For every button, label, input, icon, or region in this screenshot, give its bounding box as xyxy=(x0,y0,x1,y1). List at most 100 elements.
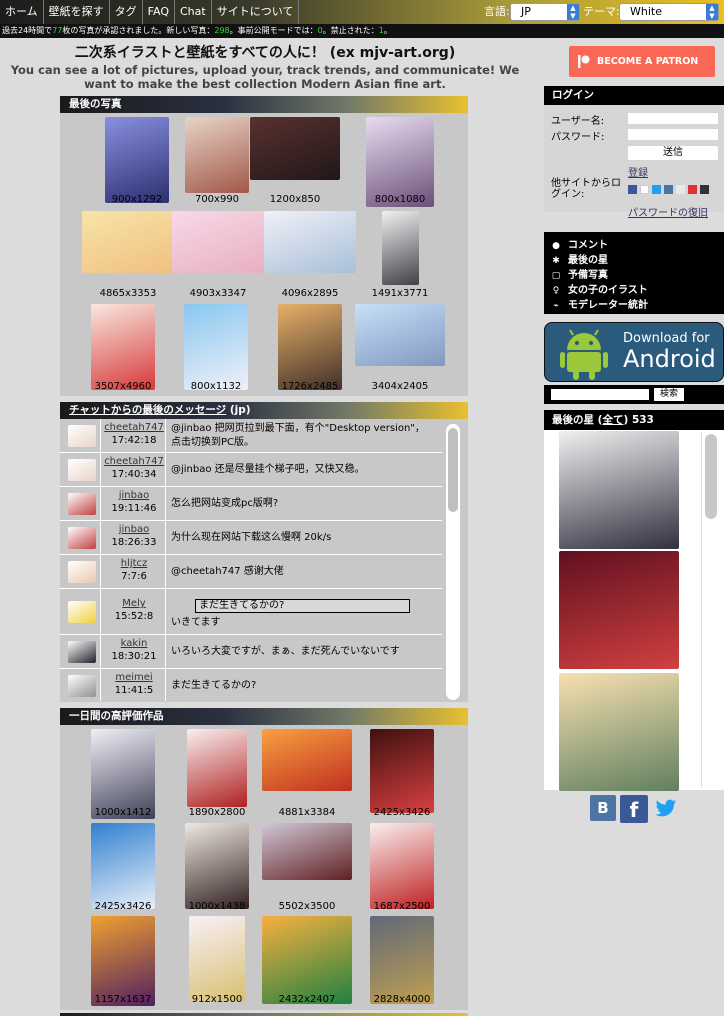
password-input[interactable] xyxy=(628,129,718,140)
nav-home[interactable]: ホーム xyxy=(0,0,44,24)
latest-photo-thumbnail[interactable] xyxy=(82,211,174,273)
side-menu-item[interactable]: ● コメント xyxy=(550,236,608,251)
latest-photo-thumbnail[interactable] xyxy=(172,211,264,273)
vk-share-icon[interactable]: B xyxy=(590,795,616,821)
chat-username[interactable]: cheetah747 xyxy=(101,456,167,467)
top-rated-item[interactable]: 5502x3500 xyxy=(257,823,357,915)
last-star-image[interactable] xyxy=(559,431,679,549)
top-rated-thumbnail[interactable] xyxy=(91,916,155,1006)
side-menu-item[interactable]: ♀ 女の子のイラスト xyxy=(550,281,648,296)
google-login-icon[interactable] xyxy=(640,185,649,194)
latest-photo-thumbnail[interactable] xyxy=(355,304,445,366)
latest-photo-thumbnail[interactable] xyxy=(91,304,155,390)
latest-photo-item[interactable]: 4903x3347 xyxy=(168,211,268,302)
user-avatar[interactable] xyxy=(68,561,96,583)
username-input[interactable] xyxy=(628,113,718,124)
stars-scrollbar[interactable] xyxy=(701,432,719,787)
vk-login-icon[interactable] xyxy=(664,185,673,194)
top-rated-item[interactable]: 2432x2407 xyxy=(257,916,357,1008)
chat-username[interactable]: hljtcz xyxy=(101,558,167,569)
top-rated-thumbnail[interactable] xyxy=(370,729,434,813)
top-rated-item[interactable]: 2425x3426 xyxy=(73,823,173,915)
stars-scroll-thumb[interactable] xyxy=(705,434,717,519)
top-rated-thumbnail[interactable] xyxy=(91,823,155,909)
top-rated-thumbnail[interactable] xyxy=(370,823,434,909)
search-input[interactable] xyxy=(551,389,649,400)
top-rated-thumbnail[interactable] xyxy=(187,729,247,807)
nav-find-wallpaper[interactable]: 壁紙を探す xyxy=(44,0,110,24)
latest-photo-item[interactable]: 3404x2405 xyxy=(350,304,450,395)
latest-photo-item[interactable]: 1726x2485 xyxy=(260,304,360,395)
user-avatar[interactable] xyxy=(68,527,96,549)
top-rated-item[interactable]: 1000x1412 xyxy=(73,729,173,821)
mailru-login-icon[interactable] xyxy=(676,185,685,194)
theme-select[interactable]: White ▲ ▼ xyxy=(619,3,719,21)
side-menu-item[interactable]: ▢ 予備写真 xyxy=(550,266,608,281)
nav-about[interactable]: サイトについて xyxy=(212,0,300,24)
latest-photo-thumbnail[interactable] xyxy=(105,117,169,203)
yandex-login-icon[interactable] xyxy=(688,185,697,194)
user-avatar[interactable] xyxy=(68,675,96,697)
latest-photo-thumbnail[interactable] xyxy=(250,117,340,180)
register-link[interactable]: 登録 xyxy=(628,164,648,179)
language-select[interactable]: JP ▲ ▼ xyxy=(510,3,580,21)
chat-scrollbar[interactable] xyxy=(446,424,460,700)
more-login-icon[interactable] xyxy=(700,185,709,194)
user-avatar[interactable] xyxy=(68,601,96,623)
latest-photo-thumbnail[interactable] xyxy=(278,304,342,390)
facebook-share-icon[interactable]: f xyxy=(620,795,648,823)
latest-photo-item[interactable]: 800x1132 xyxy=(166,304,266,395)
chat-title-link[interactable]: チャットからの最後のメッセージ xyxy=(69,404,226,416)
last-stars-all-link[interactable]: 全て xyxy=(602,414,623,426)
chat-username[interactable]: kakin xyxy=(101,638,167,649)
latest-photo-thumbnail[interactable] xyxy=(264,211,356,273)
top-rated-thumbnail[interactable] xyxy=(262,916,352,1004)
facebook-login-icon[interactable] xyxy=(628,185,637,194)
recover-password-link[interactable]: パスワードの復旧 xyxy=(628,204,708,219)
chat-username[interactable]: jinbao xyxy=(101,490,167,501)
latest-photo-item[interactable]: 4096x2895 xyxy=(260,211,360,302)
top-rated-item[interactable]: 1687x2500 xyxy=(352,823,452,915)
top-rated-item[interactable]: 1000x1438 xyxy=(167,823,267,915)
last-star-image[interactable] xyxy=(559,551,679,669)
top-rated-item[interactable]: 1157x1637 xyxy=(73,916,173,1008)
latest-photo-thumbnail[interactable] xyxy=(185,117,249,193)
latest-photo-thumbnail[interactable] xyxy=(184,304,248,390)
search-button[interactable]: 検索 xyxy=(654,388,684,401)
chat-username[interactable]: meimei xyxy=(101,672,167,683)
side-menu-item[interactable]: ⌁ モデレーター統計 xyxy=(550,296,648,311)
top-rated-item[interactable]: 4881x3384 xyxy=(257,729,357,821)
twitter-share-icon[interactable] xyxy=(655,798,677,818)
android-download-banner[interactable]: Download for Android xyxy=(544,322,724,382)
top-rated-thumbnail[interactable] xyxy=(91,729,155,819)
nav-faq[interactable]: FAQ xyxy=(143,0,175,24)
top-rated-item[interactable]: 2828x4000 xyxy=(352,916,452,1008)
latest-photo-item[interactable]: 3507x4960 xyxy=(73,304,173,395)
top-rated-item[interactable]: 912x1500 xyxy=(167,916,267,1008)
login-submit-button[interactable]: 送信 xyxy=(628,146,718,160)
last-star-image[interactable] xyxy=(559,673,679,791)
top-rated-item[interactable]: 2425x3426 xyxy=(352,729,452,821)
user-avatar[interactable] xyxy=(68,641,96,663)
become-patron-button[interactable]: BECOME A PATRON xyxy=(569,46,715,77)
nav-tags[interactable]: タグ xyxy=(110,0,143,24)
side-menu-item[interactable]: ✱ 最後の星 xyxy=(550,251,608,266)
chat-username[interactable]: cheetah747 xyxy=(101,422,167,433)
user-avatar[interactable] xyxy=(68,425,96,447)
top-rated-thumbnail[interactable] xyxy=(370,916,434,1004)
user-avatar[interactable] xyxy=(68,459,96,481)
chat-username[interactable]: jinbao xyxy=(101,524,167,535)
latest-photo-item[interactable]: 1200x850 xyxy=(245,117,345,208)
top-rated-thumbnail[interactable] xyxy=(189,916,245,1002)
twitter-login-icon[interactable] xyxy=(652,185,661,194)
nav-chat[interactable]: Chat xyxy=(175,0,212,24)
chat-username[interactable]: Mely xyxy=(101,598,167,609)
latest-photo-item[interactable]: 800x1080 xyxy=(350,117,450,208)
chat-scroll-thumb[interactable] xyxy=(448,428,458,512)
top-rated-thumbnail[interactable] xyxy=(262,729,352,791)
latest-photo-item[interactable]: 1491x3771 xyxy=(350,211,450,302)
user-avatar[interactable] xyxy=(68,493,96,515)
top-rated-thumbnail[interactable] xyxy=(262,823,352,880)
latest-photo-thumbnail[interactable] xyxy=(381,211,419,285)
top-rated-item[interactable]: 1890x2800 xyxy=(167,729,267,821)
